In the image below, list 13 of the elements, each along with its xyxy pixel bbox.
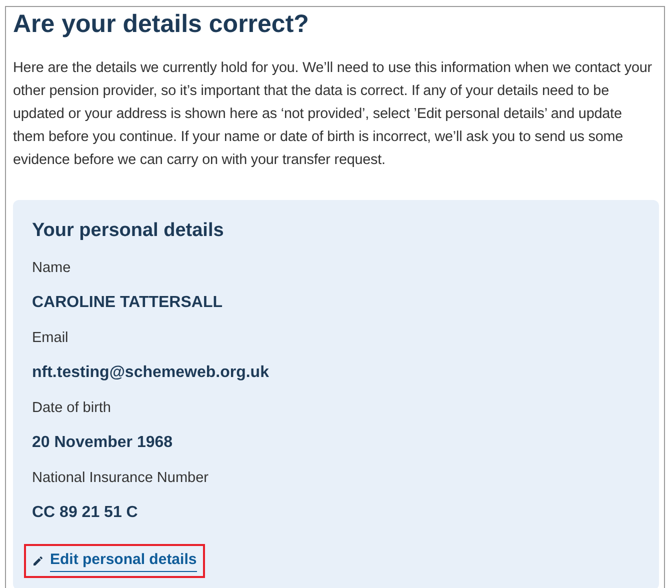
pencil-icon xyxy=(32,555,44,567)
page-heading: Are your details correct? xyxy=(13,9,310,39)
card-title: Your personal details xyxy=(32,219,225,243)
field-value: CC 89 21 51 C xyxy=(32,503,138,523)
edit-details-link[interactable]: Edit personal details xyxy=(32,550,197,572)
field-label: National Insurance Number xyxy=(32,469,209,488)
field-label: Email xyxy=(32,329,68,348)
field-label: Name xyxy=(32,259,71,278)
field-value: 20 November 1968 xyxy=(32,433,173,453)
field-value: nft.testing@schemeweb.org.uk xyxy=(32,363,269,383)
field-value: CAROLINE TATTERSALL xyxy=(32,293,222,313)
intro-paragraph: Here are the details we currently hold for you. We’ll need to use this information when we contact your other pension provider, so it’s important that the data is correct. If any of your details need to be updated or your address is shown here as ‘not provided’, select ’Edit personal details’ and update them before you continue. If your name or date of birth is incorrect, we’ll ask you to send us some evidence before we can carry on with your transfer request. xyxy=(13,59,653,170)
field-label: Date of birth xyxy=(32,399,111,418)
